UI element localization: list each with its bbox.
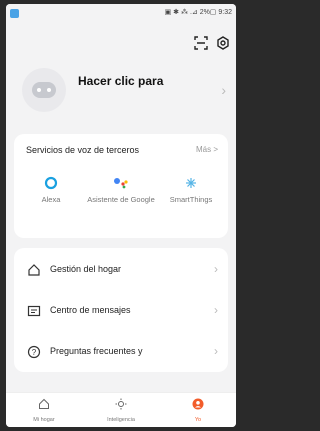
tab-label: Inteligencia xyxy=(107,417,135,423)
user-icon xyxy=(192,398,204,410)
profile-header[interactable]: Hacer clic para › xyxy=(6,60,236,120)
tab-my-home[interactable]: Mi hogar xyxy=(14,397,74,423)
voice-item-label: Alexa xyxy=(41,195,61,204)
svg-text:?: ? xyxy=(32,348,37,357)
alexa-icon xyxy=(44,176,58,190)
voice-item-alexa[interactable]: Alexa xyxy=(16,174,86,204)
tab-label: Mi hogar xyxy=(33,417,55,423)
settings-icon[interactable] xyxy=(216,36,230,50)
app-screen: ▣ ✱ ⁂ .⊿ 2%▢ 9:32 Hacer clic para › Serv… xyxy=(6,4,236,427)
more-button[interactable]: Más > xyxy=(196,145,218,154)
status-bar: ▣ ✱ ⁂ .⊿ 2%▢ 9:32 xyxy=(6,4,236,24)
voice-services-title: Servicios de voz de terceros xyxy=(26,145,140,155)
menu-item-label: Preguntas frecuentes y xyxy=(50,346,143,356)
voice-item-google-assistant[interactable]: Asistente de Google xyxy=(86,174,156,204)
voice-item-smartthings[interactable]: SmartThings xyxy=(156,174,226,204)
tab-me[interactable]: Yo xyxy=(168,397,228,423)
smartthings-icon xyxy=(186,178,196,188)
message-icon xyxy=(27,305,41,317)
chevron-right-icon: › xyxy=(221,82,226,98)
menu-item-faq[interactable]: ? Preguntas frecuentes y › xyxy=(14,332,228,373)
avatar-eyes xyxy=(37,88,51,92)
menu-item-home-management[interactable]: Gestión del hogar › xyxy=(14,250,228,291)
home-icon xyxy=(28,264,40,276)
menu-item-message-center[interactable]: Centro de mensajes › xyxy=(14,291,228,332)
bottom-tab-bar: Mi hogar Inteligencia Yo xyxy=(6,392,236,427)
home-icon xyxy=(39,398,49,409)
app-notification-icon xyxy=(10,9,19,18)
menu-item-label: Centro de mensajes xyxy=(50,305,131,315)
voice-item-label: SmartThings xyxy=(169,195,213,204)
voice-services-card: Servicios de voz de terceros Más > Alexa… xyxy=(14,134,228,238)
status-indicators: ▣ ✱ ⁂ .⊿ 2%▢ 9:32 xyxy=(164,9,232,16)
voice-item-label: Asistente de Google xyxy=(87,195,155,204)
chevron-right-icon: › xyxy=(214,262,218,276)
tab-label: Yo xyxy=(194,417,202,423)
avatar[interactable] xyxy=(22,68,66,112)
tab-intelligence[interactable]: Inteligencia xyxy=(91,397,151,423)
top-actions xyxy=(194,36,230,50)
sun-icon xyxy=(115,398,127,410)
chevron-right-icon: › xyxy=(214,344,218,358)
help-icon: ? xyxy=(27,345,41,359)
menu-item-label: Gestión del hogar xyxy=(50,264,122,274)
scan-icon[interactable] xyxy=(194,36,208,50)
google-assistant-icon xyxy=(114,178,128,189)
menu-card: Gestión del hogar › Centro de mensajes ›… xyxy=(14,248,228,372)
chevron-right-icon: › xyxy=(214,303,218,317)
profile-title: Hacer clic para xyxy=(78,74,164,88)
